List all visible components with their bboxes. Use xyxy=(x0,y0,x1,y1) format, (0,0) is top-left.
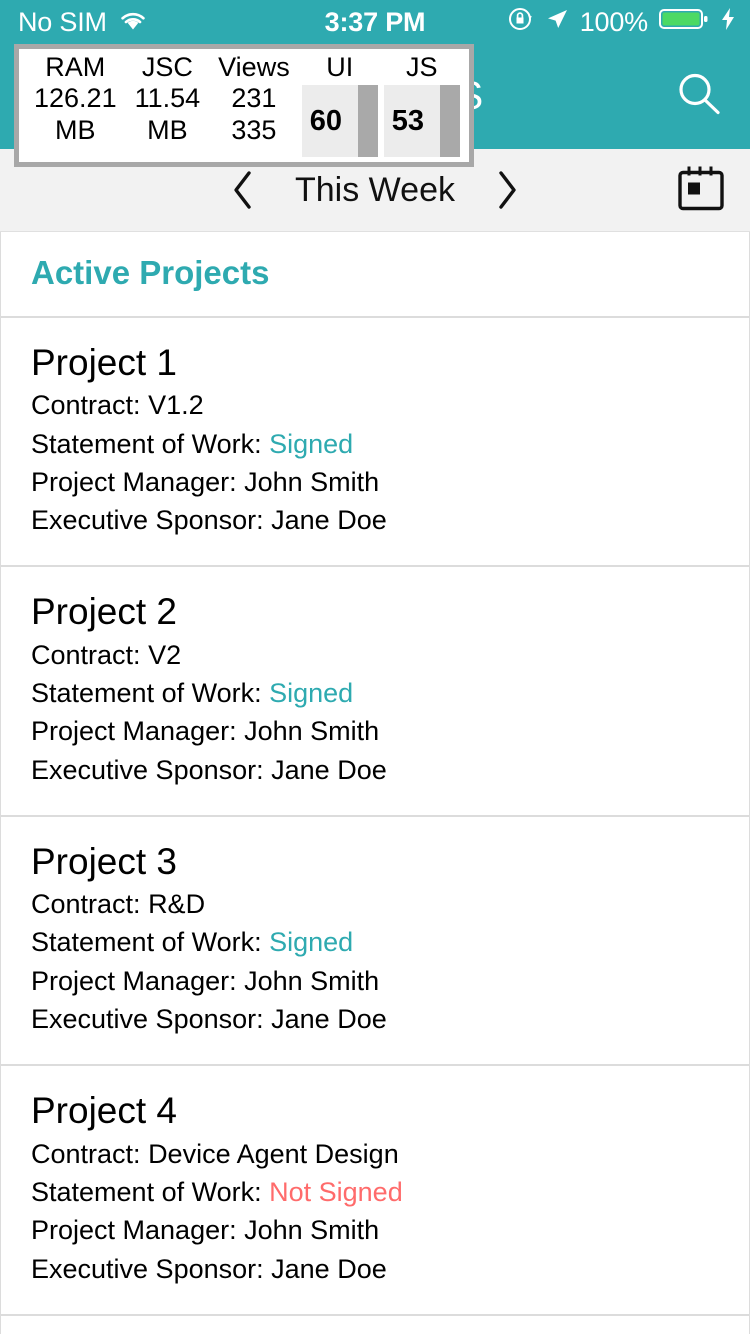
perf-ui-label: UI xyxy=(326,52,354,82)
project-card[interactable]: Project 4 Contract: Device Agent Design … xyxy=(0,1066,750,1316)
project-card[interactable]: Project 1 Contract: V1.2 Statement of Wo… xyxy=(0,318,750,568)
section-header-active-projects: Active Projects xyxy=(0,232,750,318)
week-label[interactable]: This Week xyxy=(275,171,475,210)
project-card[interactable]: Project 2 Contract: V2 Statement of Work… xyxy=(0,567,750,817)
sow-label: Statement of Work: xyxy=(31,677,262,708)
project-contract-row: Contract: V1.2 xyxy=(31,386,719,424)
sow-label: Statement of Work: xyxy=(31,927,262,958)
section-title: Active Projects xyxy=(31,254,270,291)
sow-label: Statement of Work: xyxy=(31,428,262,459)
perf-js-fps-bar xyxy=(439,85,460,158)
pm-label: Project Manager: xyxy=(31,965,237,996)
contract-label: Contract: xyxy=(31,1138,141,1169)
perf-js-column: JS 53 xyxy=(381,49,463,162)
search-icon[interactable] xyxy=(674,69,724,124)
project-sow-row: Statement of Work: Not Signed xyxy=(31,1173,719,1211)
project-sponsor-row: Executive Sponsor: Jane Doe xyxy=(31,751,719,789)
pm-value: John Smith xyxy=(244,1215,380,1246)
project-sponsor-row: Executive Sponsor: Jane Doe xyxy=(31,501,719,539)
project-sow-row: Statement of Work: Signed xyxy=(31,923,719,961)
lightning-bolt-icon xyxy=(720,7,736,38)
perf-js-label: JS xyxy=(405,52,438,82)
project-sow-row: Statement of Work: Signed xyxy=(31,425,719,463)
project-contract-row: Contract: V2 xyxy=(31,636,719,674)
project-sponsor-row: Executive Sponsor: Jane Doe xyxy=(31,1000,719,1038)
week-nav: This Week xyxy=(211,158,539,222)
sow-label: Statement of Work: xyxy=(31,1176,262,1207)
perf-jsc-label: JSC xyxy=(141,52,193,82)
location-arrow-icon xyxy=(545,7,569,38)
contract-label: Contract: xyxy=(31,390,141,421)
rotation-lock-icon xyxy=(508,6,534,39)
perf-ram-value: 126.21 xyxy=(34,83,117,114)
sponsor-value: Jane Doe xyxy=(271,505,387,536)
pm-label: Project Manager: xyxy=(31,1215,237,1246)
sponsor-label: Executive Sponsor: xyxy=(31,1004,264,1035)
battery-full-icon xyxy=(659,7,709,38)
contract-value: V1.2 xyxy=(148,390,204,421)
project-sponsor-row: Executive Sponsor: Jane Doe xyxy=(31,1250,719,1288)
sponsor-label: Executive Sponsor: xyxy=(31,754,264,785)
status-badge: Signed xyxy=(269,677,354,708)
perf-ram-column: RAM 126.21 MB xyxy=(25,49,126,152)
contract-value: R&D xyxy=(148,889,206,920)
contract-label: Contract: xyxy=(31,889,141,920)
sponsor-value: Jane Doe xyxy=(271,754,387,785)
sponsor-value: Jane Doe xyxy=(271,1004,387,1035)
project-name: Project 3 xyxy=(31,840,178,882)
project-sow-row: Statement of Work: Signed xyxy=(31,674,719,712)
status-badge: Signed xyxy=(269,927,354,958)
perf-ram-unit: MB xyxy=(55,114,96,145)
sponsor-value: Jane Doe xyxy=(271,1253,387,1284)
perf-js-fps-gauge: 53 xyxy=(383,85,460,158)
project-manager-row: Project Manager: John Smith xyxy=(31,962,719,1000)
project-name: Project 2 xyxy=(31,591,178,633)
perf-ram-label: RAM xyxy=(45,52,106,82)
chevron-right-icon[interactable] xyxy=(475,158,539,222)
project-manager-row: Project Manager: John Smith xyxy=(31,712,719,750)
project-card[interactable]: Project 3 Contract: R&D Statement of Wor… xyxy=(0,816,750,1067)
perf-views-value: 231 xyxy=(231,83,277,114)
perf-ui-fps-bar xyxy=(357,85,378,158)
pm-value: John Smith xyxy=(244,965,380,996)
pm-value: John Smith xyxy=(244,716,380,747)
perf-jsc-column: JSC 11.54 MB xyxy=(126,49,210,152)
status-bar-right: 100% xyxy=(508,6,736,39)
battery-percent-label: 100% xyxy=(579,6,648,37)
projects-list[interactable]: Active Projects Project 1 Contract: V1.2… xyxy=(0,232,750,1334)
chevron-left-icon[interactable] xyxy=(211,158,275,222)
project-manager-row: Project Manager: John Smith xyxy=(31,1211,719,1249)
project-name: Project 1 xyxy=(31,342,178,383)
perf-views-total: 335 xyxy=(231,114,277,145)
pm-label: Project Manager: xyxy=(31,716,237,747)
project-name: Project 4 xyxy=(31,1090,178,1132)
contract-value: Device Agent Design xyxy=(148,1138,399,1169)
project-manager-row: Project Manager: John Smith xyxy=(31,463,719,501)
perf-js-fps-value: 53 xyxy=(391,104,424,137)
project-contract-row: Contract: Device Agent Design xyxy=(31,1135,719,1173)
perf-jsc-value: 11.54 xyxy=(134,83,201,114)
project-contract-row: Contract: R&D xyxy=(31,885,719,923)
pm-label: Project Manager: xyxy=(31,466,237,497)
performance-monitor-overlay[interactable]: RAM 126.21 MB JSC 11.54 MB Views 231 335… xyxy=(14,44,474,168)
status-badge: Not Signed xyxy=(269,1176,403,1207)
status-bar: No SIM 3:37 PM 100% xyxy=(0,0,750,44)
calendar-icon[interactable] xyxy=(674,161,728,220)
contract-value: V2 xyxy=(148,639,182,670)
pm-value: John Smith xyxy=(244,466,380,497)
sponsor-label: Executive Sponsor: xyxy=(31,1253,264,1284)
perf-ui-fps-value: 60 xyxy=(309,104,342,137)
perf-views-column: Views 231 335 xyxy=(209,49,299,152)
contract-label: Contract: xyxy=(31,639,141,670)
perf-ui-fps-gauge: 60 xyxy=(301,85,378,158)
app-screen: No SIM 3:37 PM 100% RAM 126.21 MB JSC 11… xyxy=(0,0,750,1334)
status-badge: Signed xyxy=(269,428,354,459)
perf-jsc-unit: MB xyxy=(147,114,188,145)
sponsor-label: Executive Sponsor: xyxy=(31,505,264,536)
perf-views-label: Views xyxy=(218,52,290,82)
perf-ui-column: UI 60 xyxy=(299,49,381,162)
project-card[interactable]: Project 5 Contract: Design Engagement St… xyxy=(0,1315,750,1334)
